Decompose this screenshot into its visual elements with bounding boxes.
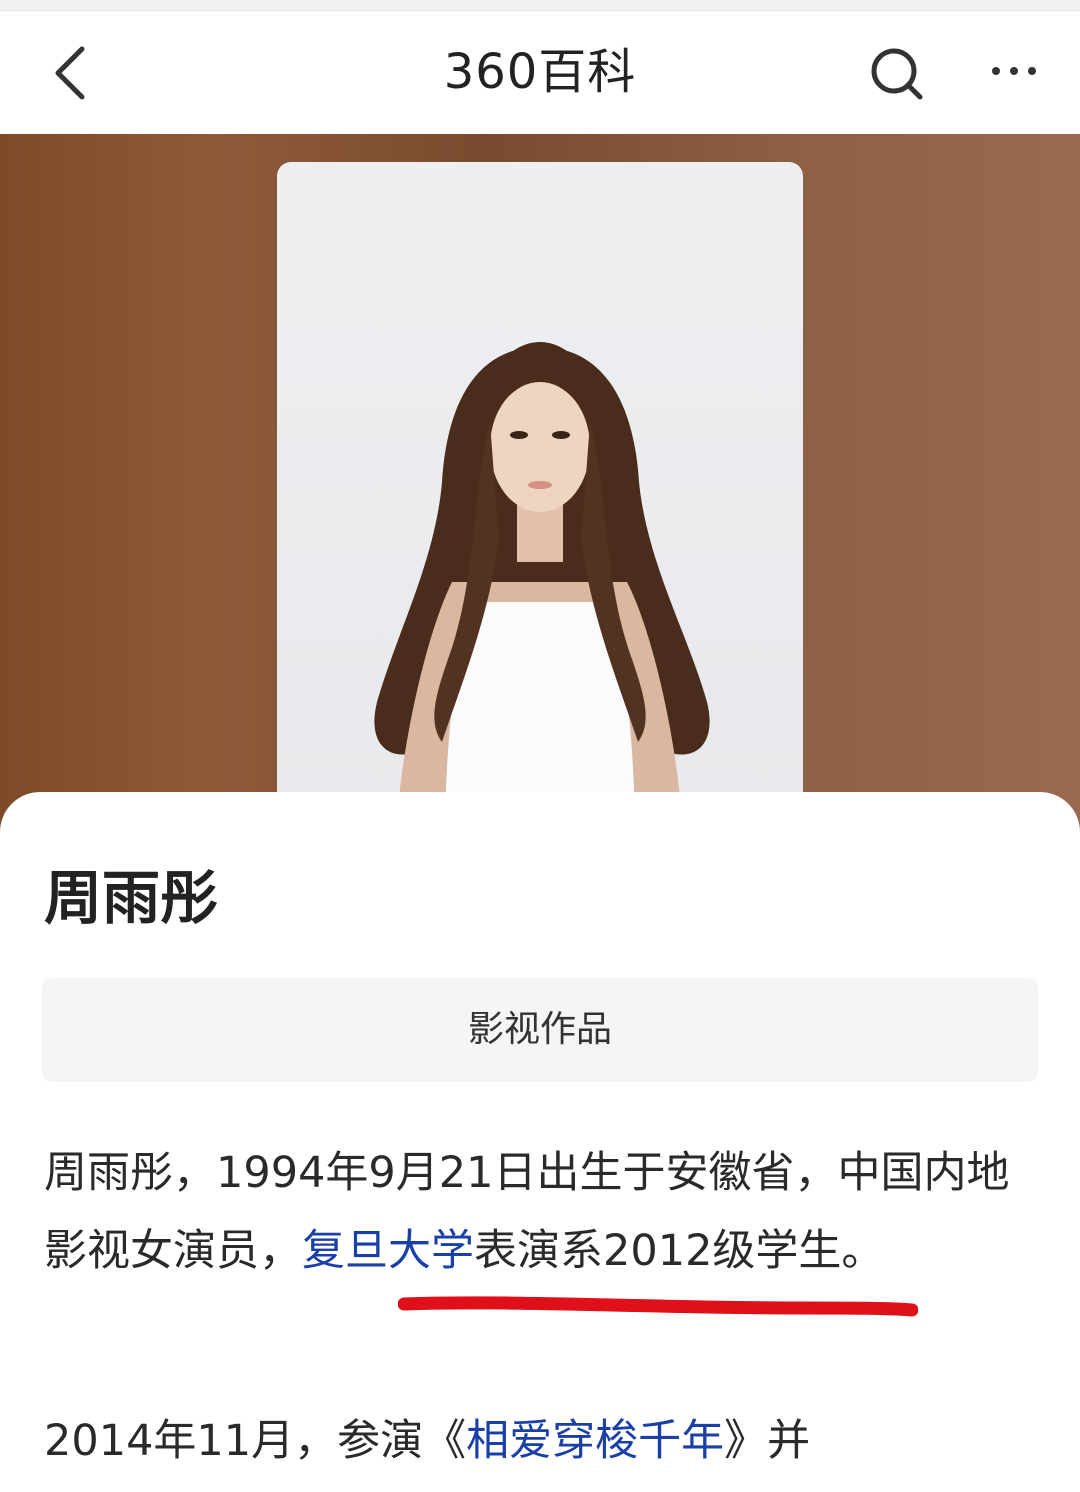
- entry-title: 周雨彤: [44, 864, 219, 932]
- link-fudan-university[interactable]: 复旦大学: [302, 1226, 474, 1276]
- more-button[interactable]: [984, 41, 1048, 105]
- search-button[interactable]: [864, 41, 928, 105]
- article-paragraph-career: 2014年11月，参演《相爱穿梭千年》并: [44, 1402, 1034, 1480]
- tab-film-works[interactable]: 影视作品: [42, 978, 1038, 1082]
- intro-text-after: 表演系2012级学生。: [474, 1226, 885, 1276]
- red-annotation-underline: [398, 1296, 918, 1317]
- more-dots-icon: [992, 67, 1036, 75]
- search-icon: [871, 48, 923, 100]
- career-text-before: 2014年11月，参演《: [44, 1416, 467, 1466]
- link-drama-title[interactable]: 相爱穿梭千年: [466, 1416, 724, 1466]
- portrait-illustration: [374, 342, 710, 822]
- portrait-photo[interactable]: [277, 162, 803, 822]
- article-paragraph-intro: 周雨彤，1994年9月21日出生于安徽省，中国内地影视女演员，复旦大学表演系20…: [44, 1134, 1034, 1290]
- status-bar-edge: [0, 0, 1080, 11]
- career-text-after: 》并: [724, 1416, 811, 1466]
- top-navigation-bar: 360百科: [0, 11, 1080, 134]
